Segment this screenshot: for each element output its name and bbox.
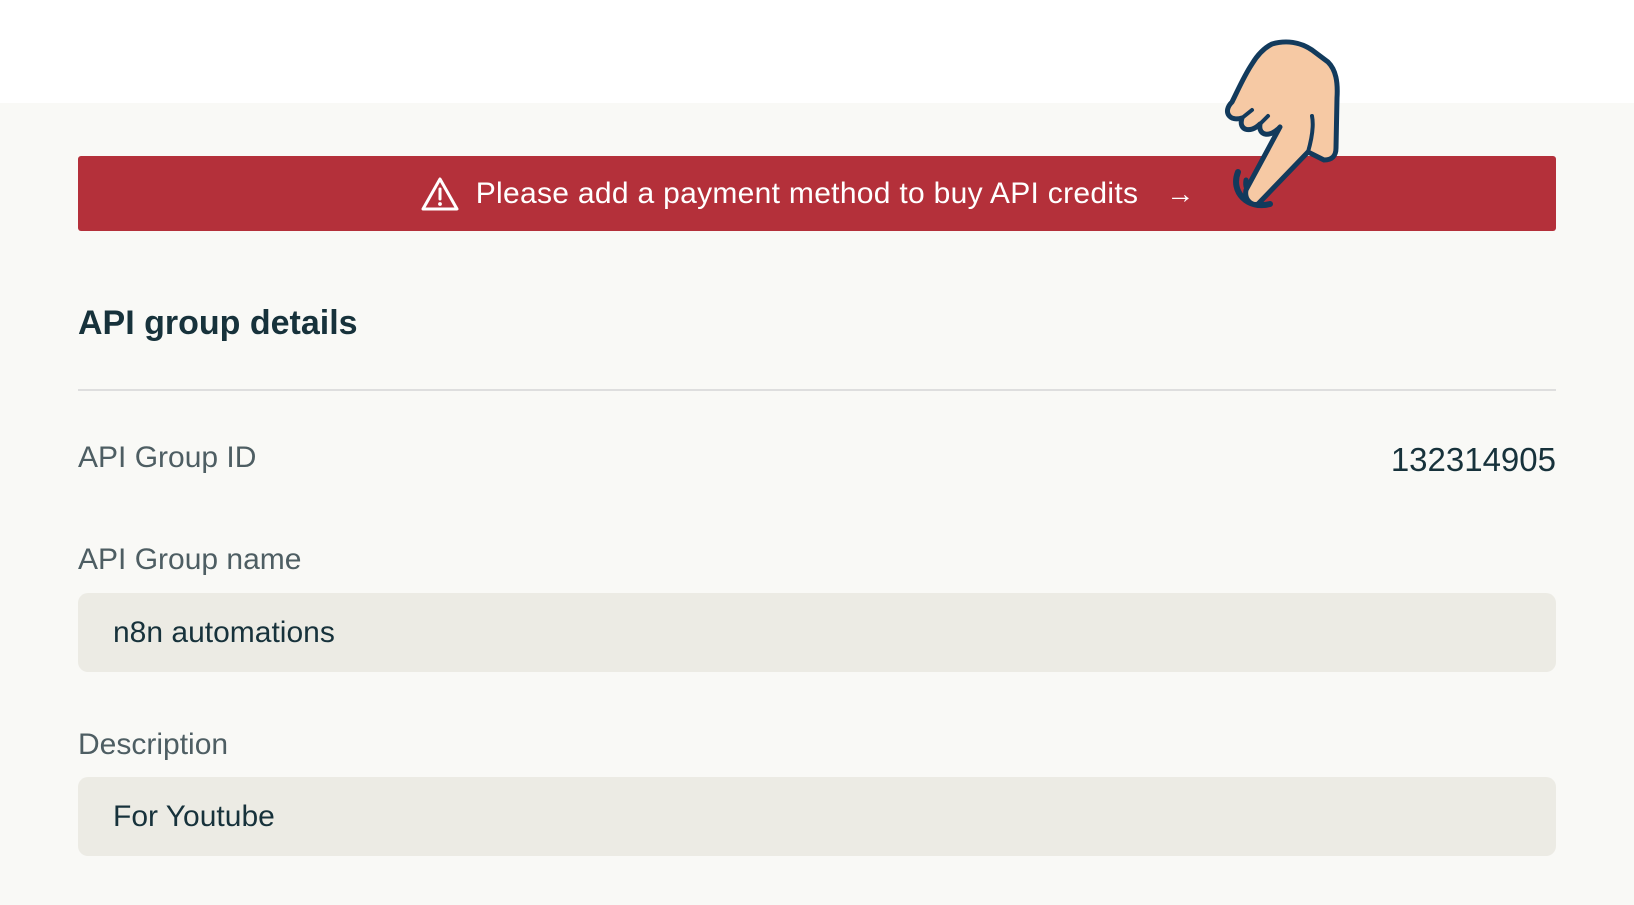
api-group-id-value: 132314905 (1390, 441, 1556, 478)
api-group-name-input[interactable]: n8n automations (78, 593, 1556, 672)
api-group-name-label: API Group name (78, 543, 302, 576)
arrow-right-icon: → (1166, 177, 1195, 209)
section-title: API group details (78, 304, 358, 342)
api-group-id-label: API Group ID (78, 441, 257, 474)
payment-method-alert-banner[interactable]: Please add a payment method to buy API c… (78, 156, 1556, 231)
warning-triangle-icon (421, 177, 459, 210)
description-input[interactable]: For Youtube (78, 777, 1556, 856)
top-header-bar (0, 0, 1634, 103)
description-label: Description (78, 728, 229, 761)
section-divider (78, 389, 1556, 391)
alert-content: Please add a payment method to buy API c… (420, 176, 1195, 212)
alert-message: Please add a payment method to buy API c… (475, 176, 1139, 210)
